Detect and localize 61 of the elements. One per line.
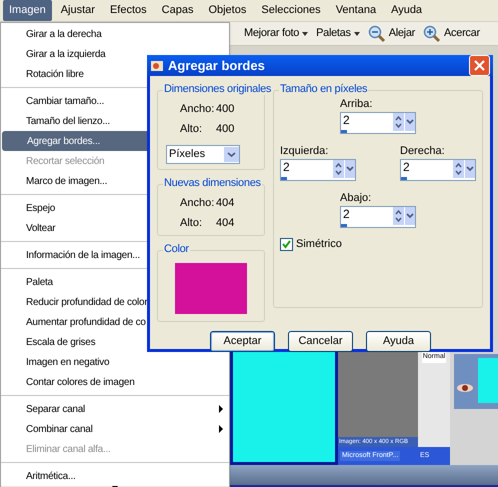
spin-field[interactable]: 2 [400,159,476,181]
toolbar-button[interactable]: Acercar [423,24,480,42]
zoom-out-icon [368,24,386,42]
field-label: Abajo: [340,193,372,204]
menu-bar-item[interactable]: Ajustar [54,0,101,21]
group-title: Color [163,244,190,255]
checkbox[interactable] [280,238,293,251]
toolbar-button[interactable]: Alejar [368,24,416,42]
spin-field[interactable]: 2 [280,159,356,181]
group-title: Dimensiones originales [163,84,272,95]
dropdown-icon [224,147,239,162]
menu-item[interactable]: Combinar canal [1,419,229,439]
menu-bar-item[interactable]: Efectos [104,0,153,21]
menu-bar-item[interactable]: Objetos [202,0,252,21]
spin-field[interactable]: 2 [340,112,416,134]
spin-dropdown-icon[interactable] [393,207,415,225]
height-label: Alto: [180,216,204,230]
height-value: 404 [216,216,236,230]
check-icon [282,240,291,249]
dialog-button[interactable]: Ayuda [366,331,431,352]
menu-bar-item[interactable]: Imagen [3,0,52,21]
unit-select[interactable]: Píxeles [166,145,240,164]
field-label: Arriba: [340,99,374,110]
spin-dropdown-icon[interactable] [393,113,415,131]
spin-dropdown-icon[interactable] [333,160,355,178]
menu-item[interactable]: Aritmética... [1,466,229,486]
width-value: 400 [216,102,236,117]
submenu-arrow-icon [219,405,223,413]
close-button[interactable] [469,55,490,76]
toolbar-button[interactable]: Mejorar foto [244,25,308,42]
menu-item[interactable]: Contar colores de imagen [1,372,229,392]
width-label: Ancho: [180,196,216,211]
menu-bar-item[interactable]: Ayuda [385,0,428,21]
spin-dropdown-icon[interactable] [453,160,475,178]
width-label: Ancho: [180,102,216,117]
menu-item[interactable]: Imagen en negativo [1,352,229,372]
menu-item[interactable]: Separar canal [1,399,229,419]
field-label: Derecha: [400,146,446,157]
field-label: Izquierda: [280,146,330,157]
layer-thumbnail [478,358,498,403]
dialog-button[interactable]: Aceptar [210,331,275,352]
group-title: Nuevas dimensiones [163,178,262,189]
toolbar-button[interactable]: Paletas [316,25,360,42]
color-swatch[interactable] [175,263,247,314]
menu-bar-item[interactable]: Ventana [330,0,382,21]
zoom-in-icon [423,24,442,42]
spin-field[interactable]: 2 [340,206,416,228]
close-icon [474,60,485,71]
caret-icon [302,32,308,36]
app-icon [150,58,164,72]
dialog-title: Agregar bordes [168,56,266,75]
layer-eye-icon[interactable] [456,382,474,394]
menu-item[interactable]: Girar a la derecha [1,24,229,44]
menu-bar-item[interactable]: Selecciones [255,0,327,21]
dialog-button[interactable]: Cancelar [288,331,353,352]
caret-icon [354,32,360,36]
group-title: Tamaño en píxeles [279,84,368,95]
width-value: 404 [216,196,236,211]
menu-bar-item[interactable]: Capas [156,0,200,21]
symmetric-checkbox[interactable]: Simétrico [280,236,476,252]
submenu-arrow-icon [219,425,223,433]
